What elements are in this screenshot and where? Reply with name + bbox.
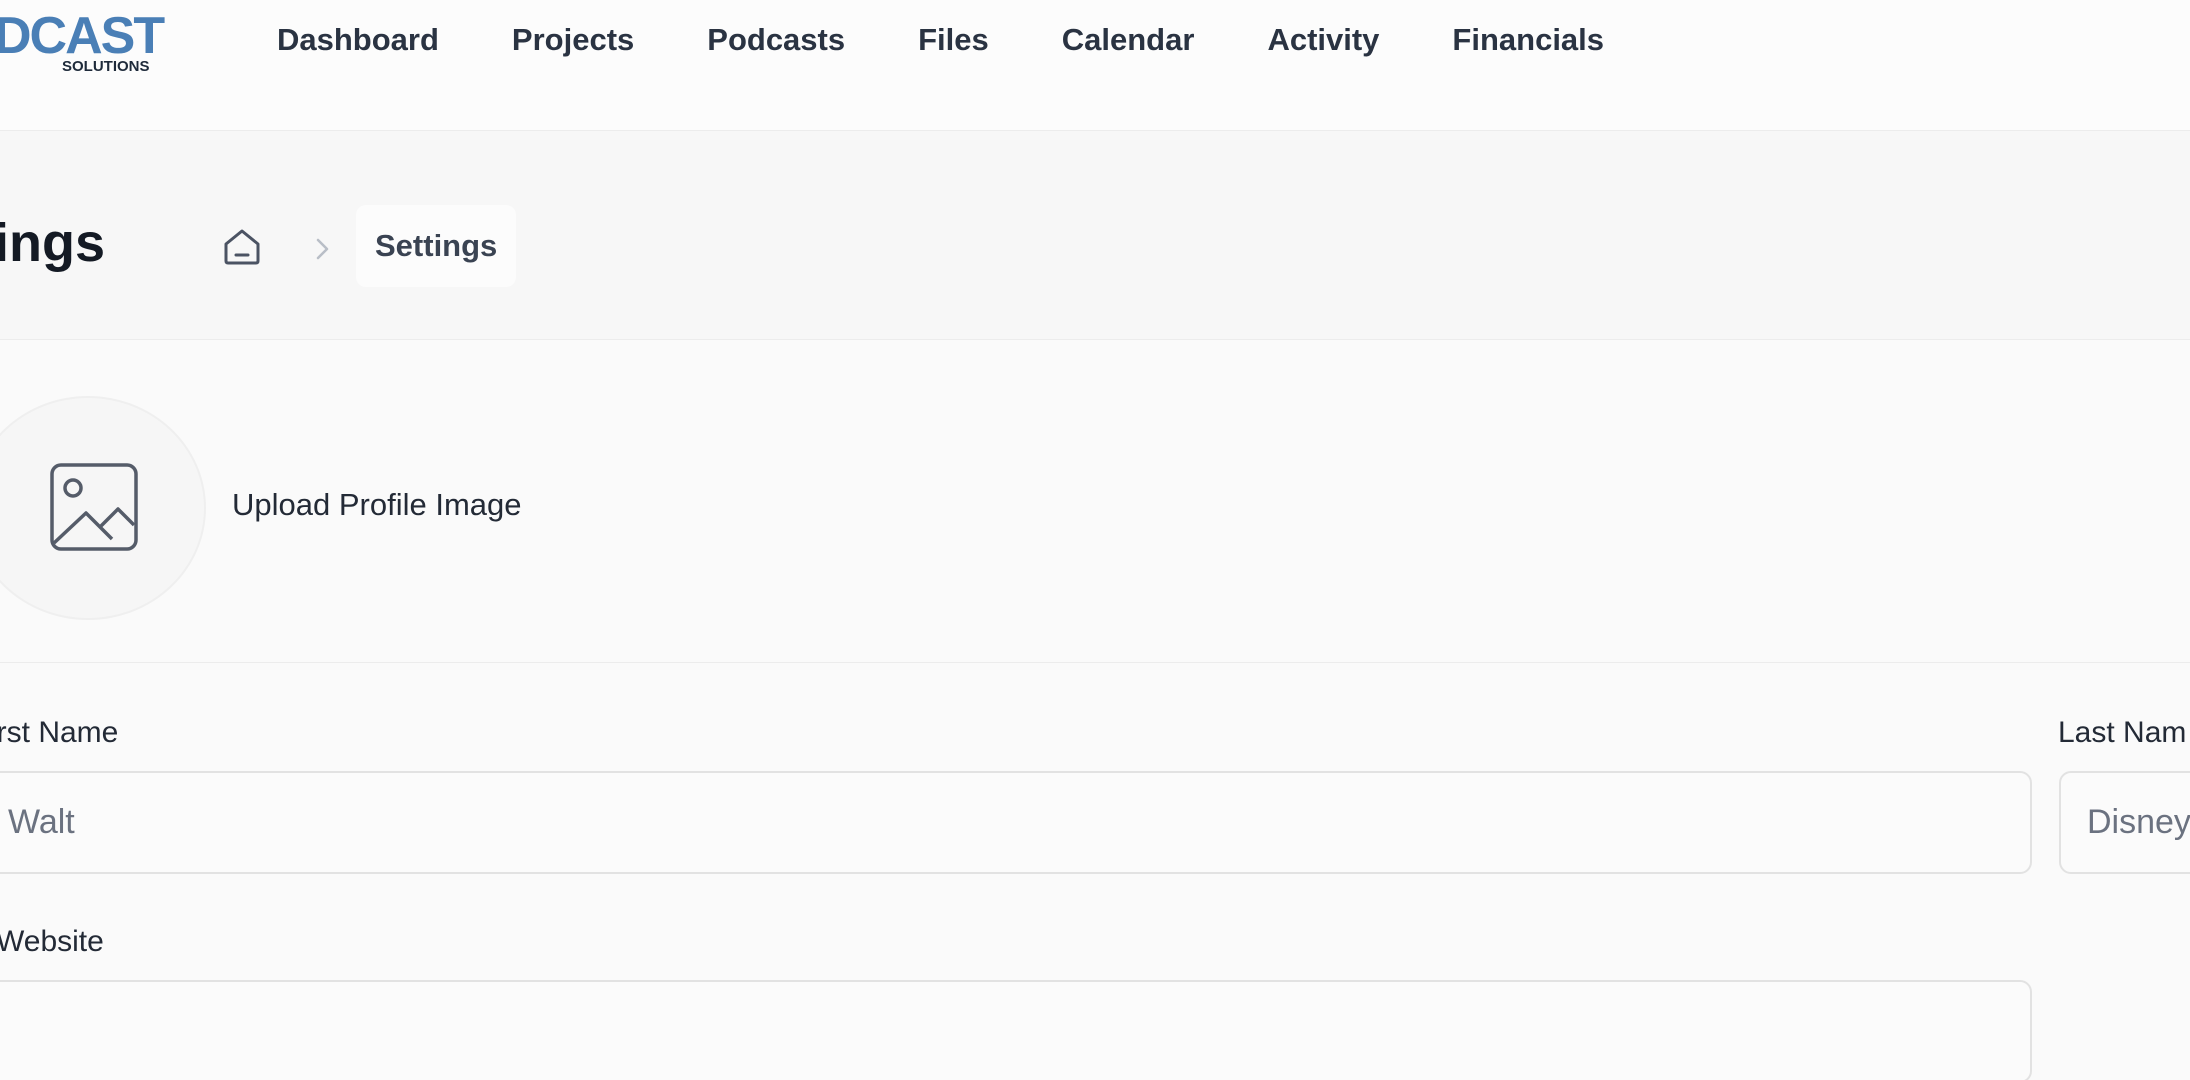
- nav-item-files[interactable]: Files: [918, 22, 989, 58]
- website-field[interactable]: [0, 980, 2032, 1080]
- top-nav-bar: DCAST SOLUTIONS Dashboard Projects Podca…: [0, 0, 2190, 131]
- logo-subtext: SOLUTIONS: [62, 58, 150, 75]
- nav-item-activity[interactable]: Activity: [1267, 22, 1379, 58]
- nav-item-podcasts[interactable]: Podcasts: [707, 22, 845, 58]
- upload-profile-image-link[interactable]: Upload Profile Image: [232, 487, 522, 523]
- nav-item-financials[interactable]: Financials: [1452, 22, 1604, 58]
- nav-item-dashboard[interactable]: Dashboard: [277, 22, 439, 58]
- chevron-right-icon: [316, 238, 329, 260]
- website-label: Website: [0, 925, 104, 958]
- first-name-field[interactable]: [0, 771, 2032, 874]
- app-logo[interactable]: DCAST SOLUTIONS: [0, 6, 194, 76]
- nav-item-projects[interactable]: Projects: [512, 22, 634, 58]
- nav-item-calendar[interactable]: Calendar: [1062, 22, 1195, 58]
- last-name-field[interactable]: [2059, 771, 2190, 874]
- last-name-label: Last Nam: [2058, 716, 2187, 749]
- home-icon[interactable]: [220, 224, 264, 268]
- breadcrumb-current[interactable]: Settings: [356, 205, 517, 287]
- image-icon: [50, 463, 138, 551]
- logo-wordmark: DCAST: [0, 7, 165, 65]
- page-title: ttings: [0, 213, 105, 273]
- settings-page: DCAST SOLUTIONS Dashboard Projects Podca…: [0, 0, 2190, 1080]
- main-nav: Dashboard Projects Podcasts Files Calend…: [277, 18, 1604, 62]
- first-name-label: irst Name: [0, 716, 119, 749]
- section-divider: [0, 662, 2190, 663]
